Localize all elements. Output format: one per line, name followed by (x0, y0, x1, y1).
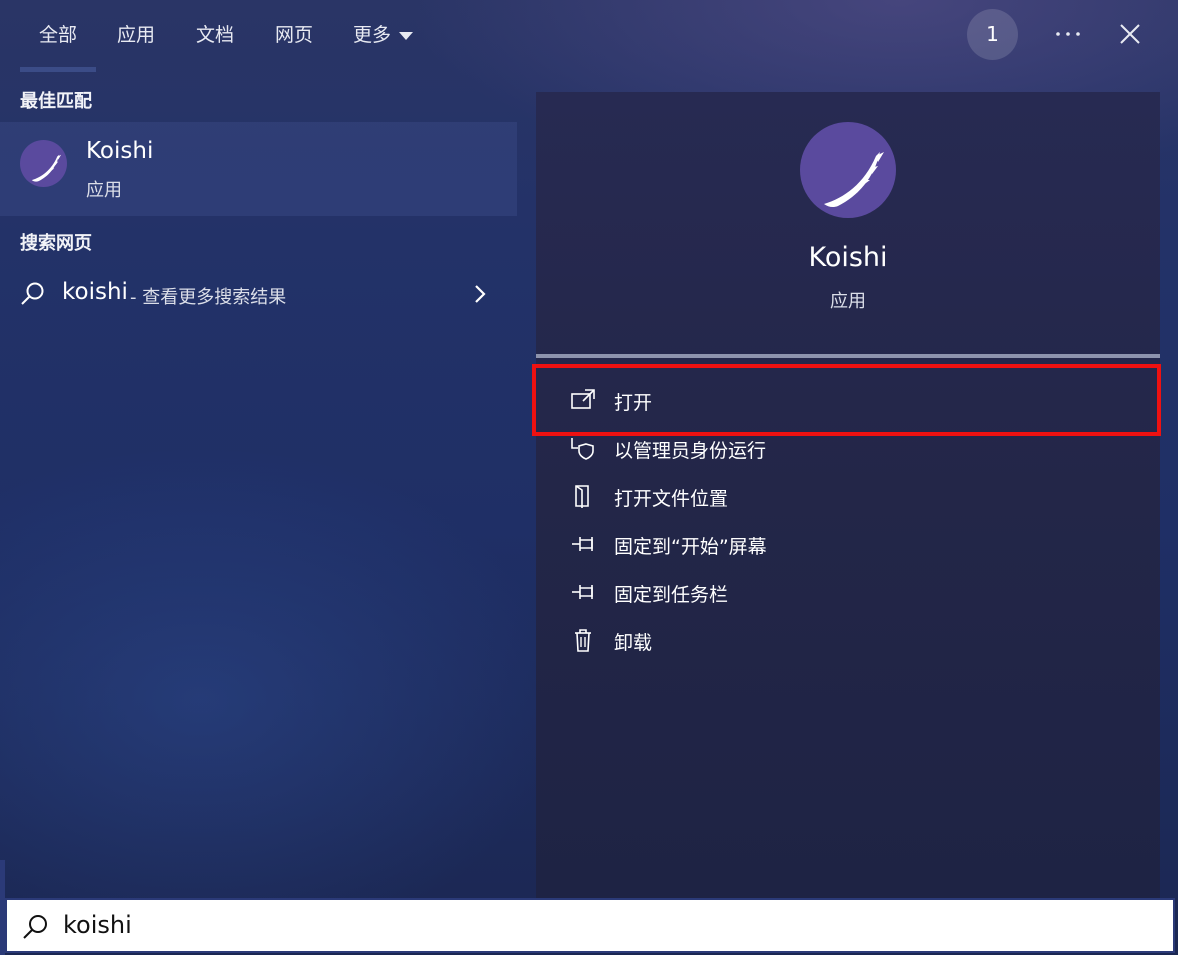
highlight-box (532, 364, 1161, 436)
results-panel: 最佳匹配 Koishi 应用 搜索网页 koishi - 查看更多搜索结果 (0, 72, 517, 898)
search-box[interactable]: koishi (5, 898, 1175, 953)
divider (536, 354, 1160, 358)
web-search-heading: 搜索网页 (20, 233, 92, 254)
more-options-button[interactable] (1046, 18, 1090, 50)
pin-to-start-action[interactable]: 固定到“开始”屏幕 (536, 522, 1160, 566)
best-match-heading: 最佳匹配 (20, 91, 92, 112)
tab-web[interactable]: 网页 (275, 20, 313, 50)
tab-documents[interactable]: 文档 (196, 20, 234, 50)
koishi-app-icon (800, 122, 896, 218)
search-icon (23, 915, 47, 939)
web-search-query: koishi (62, 279, 128, 305)
pin-icon (572, 585, 593, 599)
caret-down-icon (399, 31, 414, 40)
file-location-icon (575, 485, 589, 508)
shield-icon (571, 438, 594, 460)
best-match-type: 应用 (86, 180, 122, 201)
run-as-admin-label: 以管理员身份运行 (614, 440, 767, 462)
pin-icon (572, 537, 593, 551)
close-icon (1120, 24, 1140, 44)
open-file-location-action[interactable]: 打开文件位置 (536, 474, 1160, 518)
top-tab-bar: 全部 应用 文档 网页 更多 1 (0, 0, 1178, 72)
preview-panel: Koishi 应用 打开 以管理员身份运行 打开文件位置 固定到“开始”屏幕 固… (536, 92, 1160, 898)
tab-more[interactable]: 更多 (353, 20, 414, 50)
web-search-hint: - 查看更多搜索结果 (130, 287, 287, 308)
ellipsis-icon (1056, 32, 1080, 36)
search-input[interactable]: koishi (63, 911, 132, 939)
close-button[interactable] (1112, 16, 1148, 52)
chevron-right-icon (475, 285, 486, 303)
best-match-item[interactable]: Koishi 应用 (0, 122, 517, 216)
search-icon (21, 282, 44, 305)
notification-badge[interactable]: 1 (967, 9, 1018, 60)
best-match-name: Koishi (86, 138, 154, 164)
uninstall-label: 卸载 (614, 632, 653, 654)
web-search-item[interactable]: koishi - 查看更多搜索结果 (0, 272, 517, 316)
preview-app-type: 应用 (830, 291, 866, 312)
koishi-app-icon (20, 140, 67, 187)
pin-to-taskbar-action[interactable]: 固定到任务栏 (536, 570, 1160, 614)
open-file-location-label: 打开文件位置 (614, 488, 729, 510)
tab-more-label: 更多 (353, 24, 392, 46)
uninstall-action[interactable]: 卸载 (536, 618, 1160, 662)
tab-all[interactable]: 全部 (39, 20, 77, 50)
pin-to-start-label: 固定到“开始”屏幕 (614, 536, 767, 558)
tab-apps[interactable]: 应用 (117, 20, 155, 50)
preview-app-name: Koishi (808, 242, 888, 273)
trash-icon (575, 629, 591, 652)
pin-to-taskbar-label: 固定到任务栏 (614, 584, 729, 606)
